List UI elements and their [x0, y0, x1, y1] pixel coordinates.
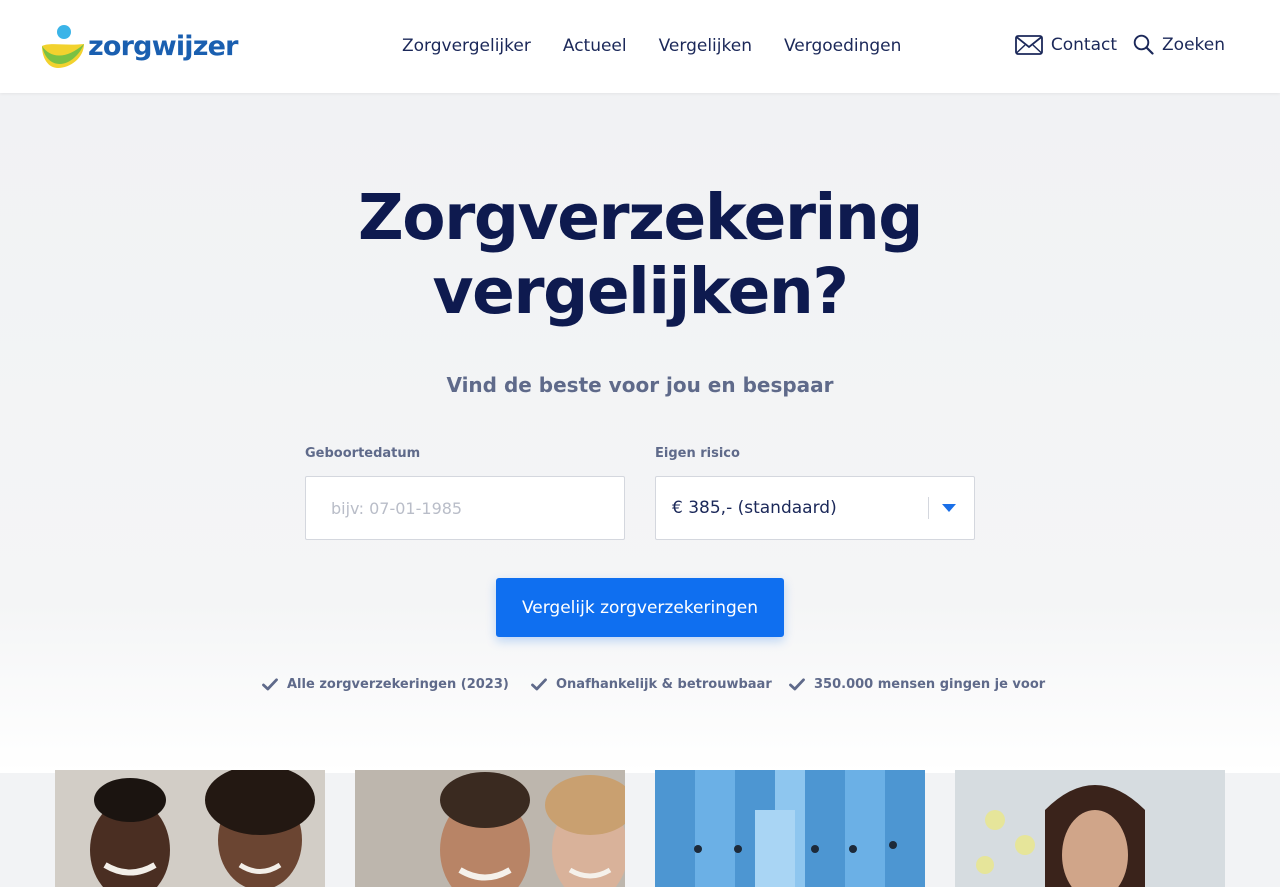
check-icon	[262, 678, 278, 691]
page-title: Zorgverzekering vergelijken?	[0, 181, 1280, 329]
site-header: zorgwijzer Zorgvergelijker Actueel Verge…	[0, 0, 1280, 93]
couple-laptop-photo	[55, 770, 325, 887]
select-divider	[928, 497, 929, 519]
deductible-select[interactable]: € 385,- (standaard)	[655, 476, 975, 540]
hero-subtitle: Vind de beste voor jou en bespaar	[446, 373, 834, 397]
nav-item-zorgvergelijker[interactable]: Zorgvergelijker	[402, 36, 531, 56]
logo-text: zorgwijzer	[88, 30, 239, 62]
header-actions: Contact Zoeken	[1014, 34, 1225, 55]
main-nav: Zorgvergelijker Actueel Vergelijken Verg…	[402, 36, 933, 56]
hero-section: Zorgverzekering vergelijken? Vind de bes…	[0, 93, 1280, 773]
search-icon	[1133, 34, 1154, 55]
check-icon	[789, 678, 805, 691]
logo-icon	[40, 24, 88, 70]
compare-button[interactable]: Vergelijk zorgverzekeringen	[496, 578, 784, 637]
article-cards	[0, 770, 1280, 887]
blue-binders-photo	[655, 770, 925, 887]
smiling-couple-photo	[355, 770, 625, 887]
deductible-label: Eigen risico	[655, 446, 740, 461]
contact-label: Contact	[1050, 34, 1118, 55]
usp-text: 350.000 mensen gingen je voor	[814, 677, 1046, 692]
mail-icon	[1014, 34, 1043, 55]
usp-item: Alle zorgverzekeringen (2023)	[262, 677, 509, 692]
card-woman-desk[interactable]	[955, 770, 1225, 887]
search-label: Zoeken	[1162, 34, 1225, 55]
usp-item: 350.000 mensen gingen je voor	[789, 677, 1045, 692]
usp-text: Alle zorgverzekeringen (2023)	[287, 677, 509, 692]
chevron-down-icon	[942, 504, 956, 512]
woman-desk-photo	[955, 770, 1225, 887]
card-couple-laptop[interactable]	[55, 770, 325, 887]
search-link[interactable]: Zoeken	[1133, 34, 1225, 55]
nav-item-vergoedingen[interactable]: Vergoedingen	[784, 36, 901, 56]
usp-item: Onafhankelijk & betrouwbaar	[531, 677, 772, 692]
usp-text: Onafhankelijk & betrouwbaar	[556, 677, 772, 692]
contact-link[interactable]: Contact	[1014, 34, 1118, 55]
title-line-2: vergelijken?	[432, 255, 848, 328]
nav-item-actueel[interactable]: Actueel	[563, 36, 627, 56]
deductible-value: € 385,- (standaard)	[672, 498, 837, 518]
title-line-1: Zorgverzekering	[358, 181, 923, 254]
card-blue-binders[interactable]	[655, 770, 925, 887]
birthdate-input[interactable]	[305, 476, 625, 540]
check-icon	[531, 678, 547, 691]
nav-item-vergelijken[interactable]: Vergelijken	[659, 36, 752, 56]
card-smiling-couple[interactable]	[355, 770, 625, 887]
birthdate-label: Geboortedatum	[305, 446, 421, 461]
logo[interactable]: zorgwijzer	[40, 24, 239, 70]
